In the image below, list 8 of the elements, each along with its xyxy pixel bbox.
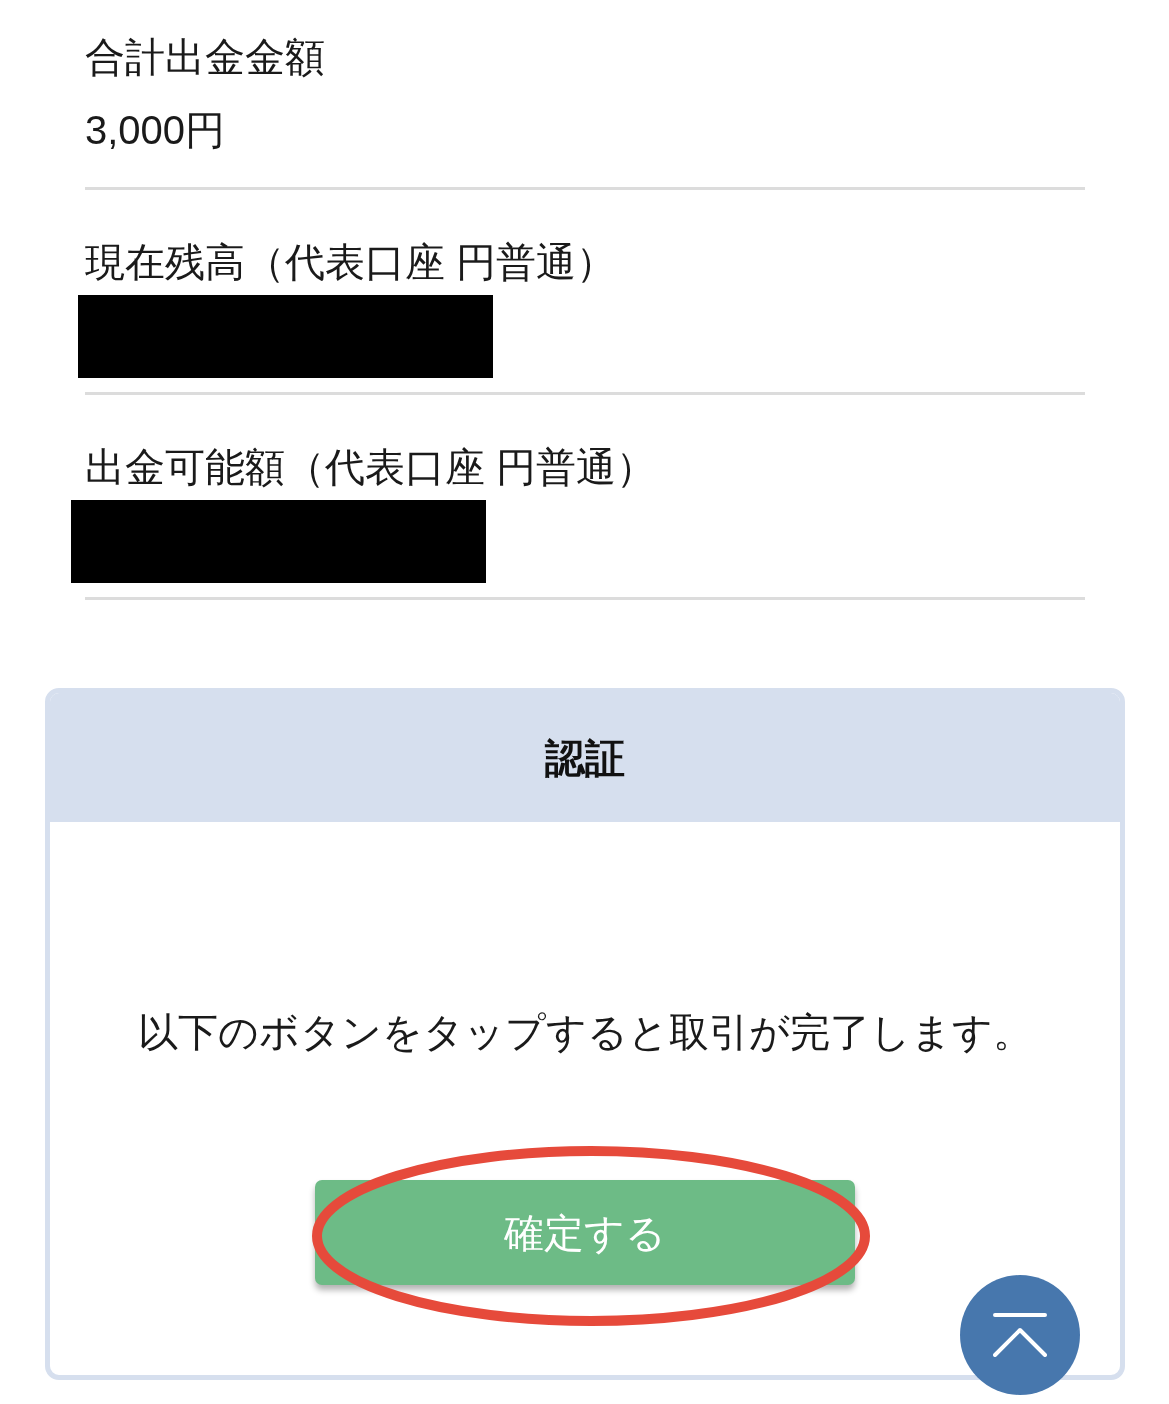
field-label: 出金可能額（代表口座 円普通）	[85, 444, 657, 491]
instruction-text: 以下のボタンをタップすると取引が完了します。	[137, 1009, 1033, 1056]
bar-chevron-up-icon	[993, 1313, 1047, 1357]
field-label: 現在残高（代表口座 円普通）	[85, 239, 617, 286]
field-value: 3,000円	[85, 107, 226, 154]
field-label: 合計出金金額	[85, 34, 325, 81]
confirm-button[interactable]: 確定する	[315, 1180, 855, 1285]
panel-title: 認証	[545, 734, 625, 782]
